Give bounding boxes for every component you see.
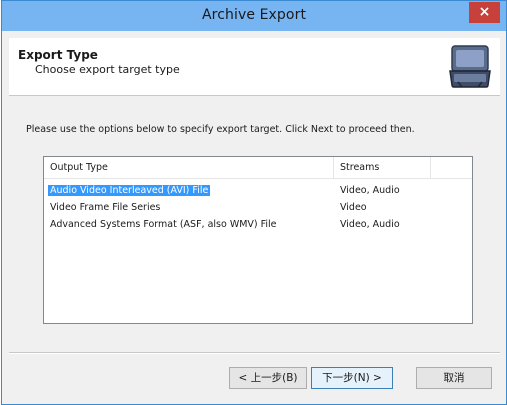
window-title: Archive Export — [201, 7, 307, 23]
streams-cell: Video, Audio — [340, 219, 400, 230]
cancel-button[interactable]: 取消 — [416, 367, 492, 389]
column-header-output-type[interactable]: Output Type — [44, 157, 334, 179]
output-type-cell: Advanced Systems Format (ASF, also WMV) … — [50, 219, 277, 230]
archive-export-dialog: Archive Export × Export Type Choose expo… — [1, 0, 507, 405]
list-item[interactable]: Video Frame File Series Video — [44, 201, 472, 215]
next-button[interactable]: 下一步(N) > — [311, 367, 393, 389]
list-item[interactable]: Advanced Systems Format (ASF, also WMV) … — [44, 218, 472, 232]
output-type-list[interactable]: Output Type Streams Audio Video Interlea… — [43, 156, 473, 324]
column-header-streams[interactable]: Streams — [334, 157, 431, 179]
wizard-header: Export Type Choose export target type — [9, 38, 500, 96]
column-header-empty[interactable] — [431, 157, 472, 179]
back-button[interactable]: < 上一步(B) — [229, 367, 307, 389]
wizard-body: Please use the options below to specify … — [9, 97, 500, 399]
output-type-cell: Video Frame File Series — [50, 202, 161, 213]
streams-cell: Video, Audio — [340, 185, 400, 196]
footer-divider-highlight — [9, 353, 500, 354]
streams-cell: Video — [340, 202, 367, 213]
page-title: Export Type — [18, 48, 98, 62]
output-type-cell: Audio Video Interleaved (AVI) File — [48, 185, 211, 196]
list-header: Output Type Streams — [44, 157, 472, 179]
close-button[interactable]: × — [469, 2, 500, 23]
title-bar[interactable]: Archive Export × — [2, 1, 506, 31]
briefcase-icon — [449, 45, 491, 88]
instructions-text: Please use the options below to specify … — [26, 124, 415, 135]
page-subtitle: Choose export target type — [35, 63, 180, 76]
list-item[interactable]: Audio Video Interleaved (AVI) File Video… — [44, 184, 472, 198]
